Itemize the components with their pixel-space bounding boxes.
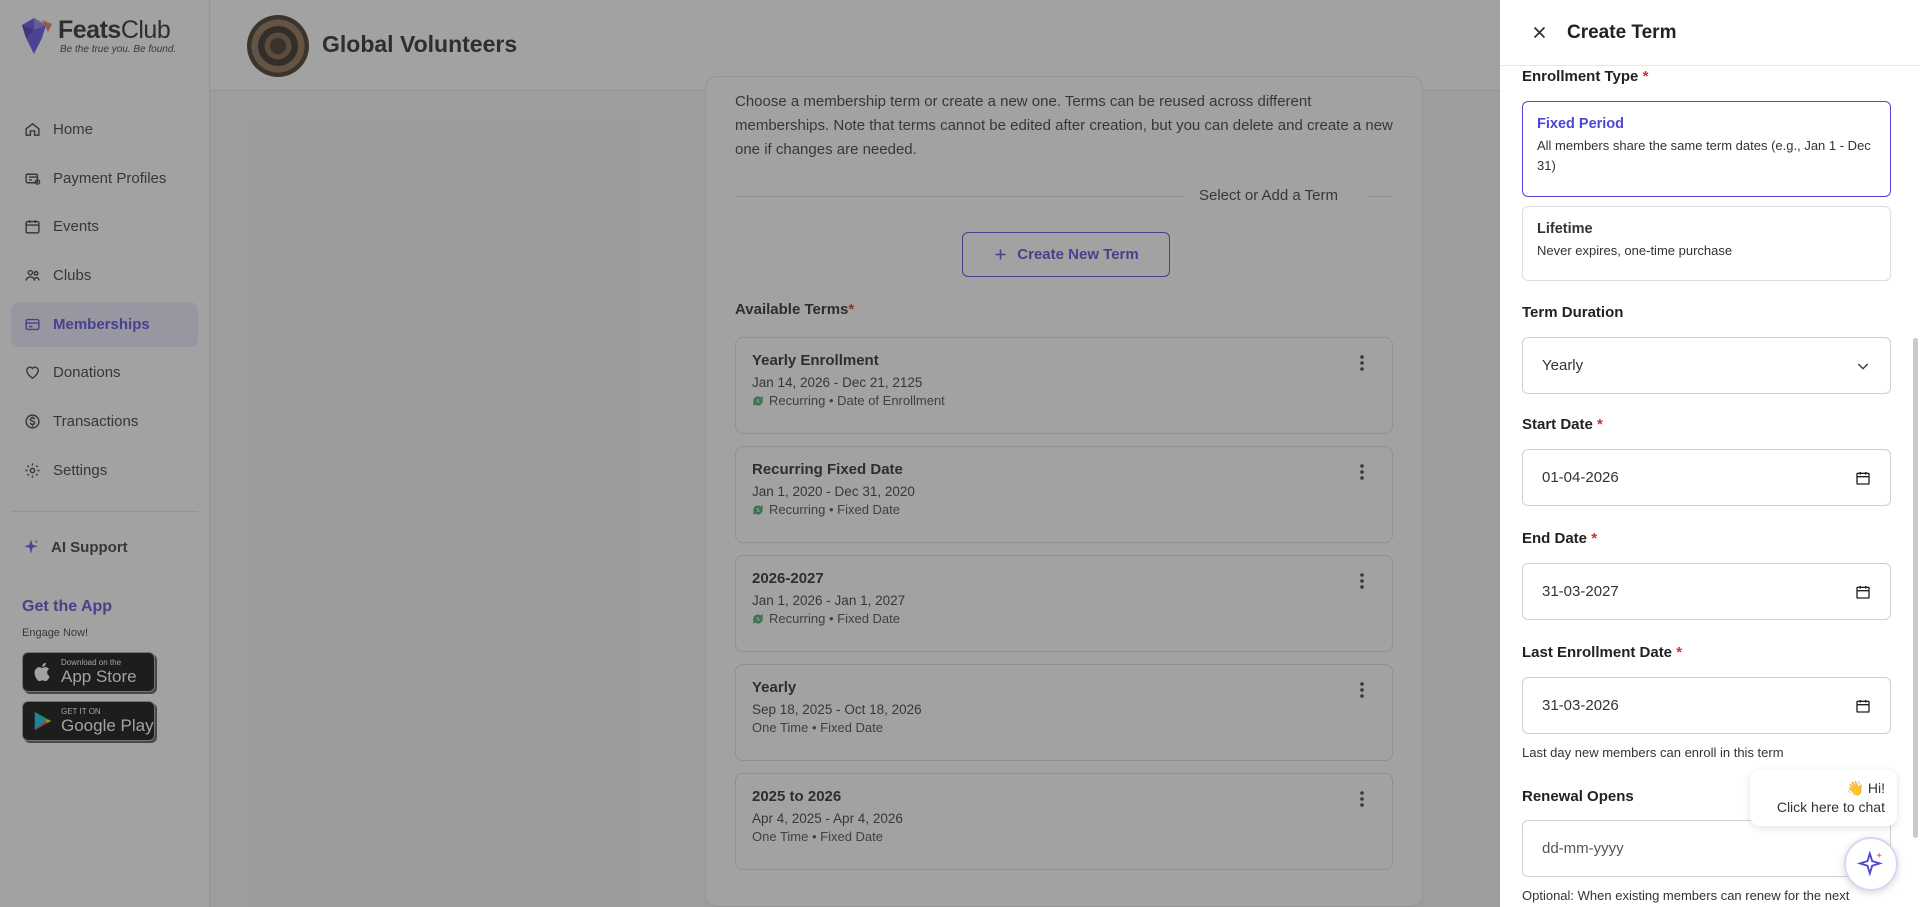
start-date-input[interactable]: 01-04-2026 bbox=[1522, 449, 1891, 506]
start-date-value: 01-04-2026 bbox=[1542, 469, 1619, 486]
modal-backdrop[interactable] bbox=[0, 0, 1500, 907]
renewal-opens-hint: Optional: When existing members can rene… bbox=[1522, 888, 1850, 903]
last-enrollment-hint: Last day new members can enroll in this … bbox=[1522, 745, 1784, 760]
chat-greeting-bubble[interactable]: 👋 Hi! Click here to chat bbox=[1750, 770, 1897, 826]
enrollment-option-lifetime[interactable]: Lifetime Never expires, one-time purchas… bbox=[1522, 206, 1891, 281]
end-date-label: End Date * bbox=[1522, 530, 1598, 547]
drawer-title: Create Term bbox=[1567, 22, 1677, 43]
drawer-header: Create Term bbox=[1500, 0, 1920, 66]
close-icon[interactable] bbox=[1531, 24, 1548, 41]
renewal-opens-placeholder: dd-mm-yyyy bbox=[1542, 840, 1624, 857]
term-duration-label: Term Duration bbox=[1522, 304, 1624, 321]
calendar-icon[interactable] bbox=[1855, 698, 1871, 714]
option-description: All members share the same term dates (e… bbox=[1537, 138, 1871, 173]
renewal-opens-label: Renewal Opens bbox=[1522, 788, 1634, 805]
term-duration-select[interactable]: Yearly bbox=[1522, 337, 1891, 394]
last-enrollment-date-value: 31-03-2026 bbox=[1542, 697, 1619, 714]
option-title: Lifetime bbox=[1537, 221, 1593, 237]
end-date-input[interactable]: 31-03-2027 bbox=[1522, 563, 1891, 620]
last-enrollment-date-label: Last Enrollment Date * bbox=[1522, 644, 1683, 661]
drawer-scrollbar[interactable] bbox=[1913, 338, 1918, 838]
term-duration-value: Yearly bbox=[1542, 357, 1584, 374]
chat-launcher-button[interactable] bbox=[1844, 837, 1898, 891]
end-date-value: 31-03-2027 bbox=[1542, 583, 1619, 600]
chat-greeting: 👋 Hi! bbox=[1846, 780, 1885, 796]
chevron-down-icon bbox=[1857, 363, 1869, 370]
option-title: Fixed Period bbox=[1537, 116, 1625, 132]
calendar-icon[interactable] bbox=[1855, 584, 1871, 600]
chat-cta: Click here to chat bbox=[1776, 799, 1885, 815]
option-description: Never expires, one-time purchase bbox=[1537, 243, 1733, 258]
sparkle-icon bbox=[1857, 850, 1883, 877]
last-enrollment-date-input[interactable]: 31-03-2026 bbox=[1522, 677, 1891, 734]
calendar-icon[interactable] bbox=[1855, 470, 1871, 486]
enrollment-type-label: Enrollment Type * bbox=[1522, 68, 1649, 85]
start-date-label: Start Date * bbox=[1522, 416, 1603, 433]
enrollment-option-fixed-period[interactable]: Fixed Period All members share the same … bbox=[1522, 101, 1891, 197]
renewal-opens-input[interactable]: dd-mm-yyyy bbox=[1522, 820, 1891, 877]
